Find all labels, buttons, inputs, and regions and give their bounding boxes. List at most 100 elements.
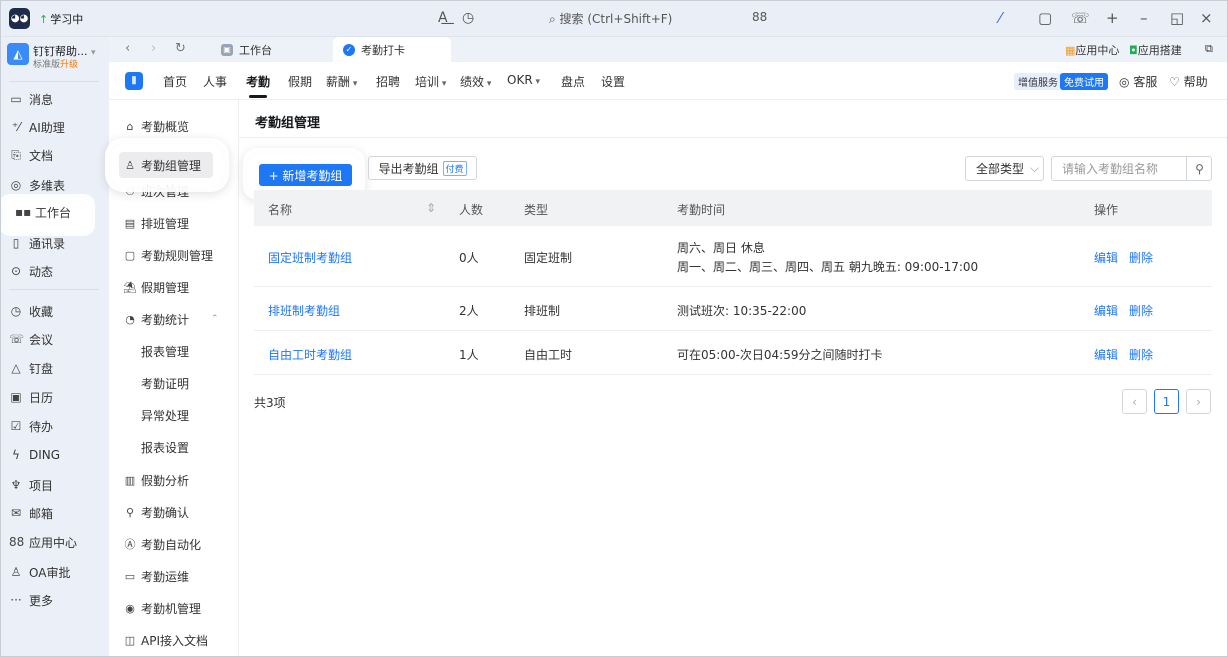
sidebar-item-document[interactable]: ⎘ 文档 xyxy=(9,143,53,167)
phone-icon[interactable]: ☏ xyxy=(1071,9,1090,27)
search-icon[interactable]: ⚲ xyxy=(1186,156,1212,181)
side-menu-item-5[interactable]: ⛱ 假期管理 xyxy=(123,276,189,298)
add-attendance-group-button[interactable]: + 新增考勤组 xyxy=(259,164,352,186)
app-builder-icon: ◘ xyxy=(1129,44,1138,57)
side-menu-item-0[interactable]: ⌂ 考勤概览 xyxy=(123,115,190,137)
sidebar-item-calendar[interactable]: ▣ 日历 xyxy=(9,385,53,409)
new-window-icon[interactable]: ⧉ xyxy=(1205,42,1213,56)
upgrade-link[interactable]: 升级 xyxy=(60,60,78,70)
module-tab-0[interactable]: 首页 xyxy=(163,73,187,90)
module-tab-9[interactable]: 盘点 xyxy=(561,73,585,90)
org-avatar[interactable]: ◭ xyxy=(7,43,29,65)
module-tab-4[interactable]: 薪酬 ▾ xyxy=(326,73,357,90)
app-builder-link[interactable]: ◘应用搭建 xyxy=(1129,42,1182,58)
side-menu-item-8[interactable]: 考勤证明 xyxy=(141,372,189,394)
study-status[interactable]: ↑ 学习中 xyxy=(39,11,83,27)
sidebar-item-label: 更多 xyxy=(29,593,54,608)
type-select[interactable]: 全部类型 ⌵ xyxy=(965,156,1044,181)
sidebar-item-ai[interactable]: ⁺⁄ AI助理 xyxy=(9,115,65,139)
sidebar-item-approval[interactable]: ♙ OA审批 xyxy=(9,560,71,584)
side-menu-label: 考勤统计 xyxy=(141,312,190,327)
chevron-up-icon[interactable]: ⌃ xyxy=(211,314,219,324)
sidebar-item-todo[interactable]: ☑ 待办 xyxy=(9,414,53,438)
plus-icon[interactable]: + xyxy=(1106,9,1119,27)
side-menu-item-15[interactable]: ◉ 考勤机管理 xyxy=(123,597,201,619)
delete-link[interactable]: 删除 xyxy=(1129,302,1153,319)
side-menu-item-11[interactable]: ▥ 假勤分析 xyxy=(123,469,189,491)
sidebar-item-table[interactable]: ◎ 多维表 xyxy=(9,173,65,197)
apps-grid-icon[interactable]: 88 xyxy=(752,10,767,24)
edit-link[interactable]: 编辑 xyxy=(1094,302,1118,319)
value-added-service[interactable]: 增值服务 xyxy=(1014,73,1062,90)
ai-assistant-icon[interactable]: ⁄ xyxy=(999,9,1002,27)
refresh-icon[interactable]: ↻ xyxy=(175,41,186,56)
edit-link[interactable]: 编辑 xyxy=(1094,346,1118,363)
module-tab-10[interactable]: 设置 xyxy=(601,73,625,90)
restore-icon[interactable]: ◱ xyxy=(1170,9,1184,27)
side-menu-item-3[interactable]: ▤ 排班管理 xyxy=(123,212,189,234)
edit-link[interactable]: 编辑 xyxy=(1094,249,1118,266)
font-icon[interactable]: A͟ xyxy=(438,10,448,26)
api-doc-icon: ◫ xyxy=(124,633,136,647)
export-groups-button[interactable]: 导出考勤组 付费 xyxy=(368,156,477,180)
module-tab-label: 假期 xyxy=(288,75,313,89)
sidebar-item-mail[interactable]: ✉ 邮箱 xyxy=(9,501,53,525)
hr-app-logo-icon: ⫴ xyxy=(125,72,143,90)
close-icon[interactable]: × xyxy=(1200,9,1213,27)
todo-icon: ☑ xyxy=(10,419,22,433)
sidebar-item-feed[interactable]: ⊙ 动态 xyxy=(9,259,53,283)
prev-page-button[interactable]: ‹ xyxy=(1122,389,1147,414)
minimize-icon[interactable]: – xyxy=(1140,9,1148,27)
side-menu-item-4[interactable]: ▢ 考勤规则管理 xyxy=(123,244,213,266)
side-menu-item-7[interactable]: 报表管理 xyxy=(141,340,189,362)
tab-workbench[interactable]: ▣ 工作台 xyxy=(221,37,272,62)
module-tab-7[interactable]: 绩效 ▾ xyxy=(460,73,491,90)
side-menu-item-9[interactable]: 异常处理 xyxy=(141,404,189,426)
group-name-link[interactable]: 自由工时考勤组 xyxy=(268,346,352,363)
next-page-button[interactable]: › xyxy=(1186,389,1211,414)
group-name-link[interactable]: 固定班制考勤组 xyxy=(268,249,352,266)
delete-link[interactable]: 删除 xyxy=(1129,346,1153,363)
title-bar: ◕◕ ↑ 学习中 A͟ ◷ ⌕ 搜索 (Ctrl+Shift+F) 88 ⁄ ▢ … xyxy=(1,1,1227,37)
side-menu-item-6[interactable]: ◔ 考勤统计 ⌃ xyxy=(123,308,219,330)
sidebar-item-ding[interactable]: ϟ DING xyxy=(9,443,60,467)
side-menu-item-14[interactable]: ▭ 考勤运维 xyxy=(123,565,189,587)
module-tab-3[interactable]: 假期 xyxy=(288,73,312,90)
module-tab-1[interactable]: 人事 xyxy=(203,73,227,90)
sidebar-item-workbench[interactable]: ▪▪ 工作台 xyxy=(15,200,71,224)
customer-service-link[interactable]: ◎ 客服 xyxy=(1119,73,1157,90)
side-menu-label: 报表管理 xyxy=(141,344,190,359)
page-button-current[interactable]: 1 xyxy=(1154,389,1179,414)
module-tab-2[interactable]: 考勤 xyxy=(246,73,270,98)
tab-bar: ‹ › ↻ ▣ 工作台 ✓ 考勤打卡 ▦应用中心 ◘应用搭建 ⧉ xyxy=(109,37,1227,62)
side-menu-item-13[interactable]: Ⓐ 考勤自动化 xyxy=(123,533,202,555)
back-icon[interactable]: ‹ xyxy=(125,41,130,56)
side-menu-item-12[interactable]: ⚲ 考勤确认 xyxy=(123,501,189,523)
sidebar-item-app-center[interactable]: 88 应用中心 xyxy=(9,530,77,554)
global-search[interactable]: ⌕ 搜索 (Ctrl+Shift+F) xyxy=(549,10,672,27)
dingtalk-logo-icon[interactable]: ◕◕ xyxy=(9,8,30,29)
attendance-time-rest: 周六、周日 休息 xyxy=(677,241,765,255)
delete-link[interactable]: 删除 xyxy=(1129,249,1153,266)
sidebar-item-meeting[interactable]: ☏ 会议 xyxy=(9,327,53,351)
chat-icon[interactable]: ▢ xyxy=(1038,9,1052,27)
tab-attendance[interactable]: ✓ 考勤打卡 xyxy=(333,37,451,62)
side-menu-item-10[interactable]: 报表设置 xyxy=(141,436,189,458)
history-icon[interactable]: ◷ xyxy=(462,10,474,26)
side-menu-item-16[interactable]: ◫ API接入文档 xyxy=(123,629,208,651)
sidebar-item-message[interactable]: ▭ 消息 xyxy=(9,87,53,111)
app-center-link[interactable]: ▦应用中心 xyxy=(1065,42,1119,58)
forward-icon[interactable]: › xyxy=(151,41,156,56)
sidebar-item-project[interactable]: ♆ 项目 xyxy=(9,473,53,497)
sidebar-item-contacts[interactable]: ▯ 通讯录 xyxy=(9,231,65,255)
sidebar-item-more[interactable]: ··· 更多 xyxy=(9,588,53,612)
group-name-link[interactable]: 排班制考勤组 xyxy=(268,302,340,319)
module-tab-8[interactable]: OKR ▾ xyxy=(507,73,540,87)
sort-icon[interactable]: ⇕ xyxy=(426,201,436,215)
sidebar-item-drive[interactable]: △ 钉盘 xyxy=(9,356,53,380)
module-tab-5[interactable]: 招聘 xyxy=(376,73,400,90)
help-link[interactable]: ♡ 帮助 xyxy=(1169,73,1208,90)
sidebar-item-favorite[interactable]: ◷ 收藏 xyxy=(9,299,53,323)
free-trial-badge[interactable]: 免费试用 xyxy=(1060,73,1108,90)
module-tab-6[interactable]: 培训 ▾ xyxy=(415,73,446,90)
